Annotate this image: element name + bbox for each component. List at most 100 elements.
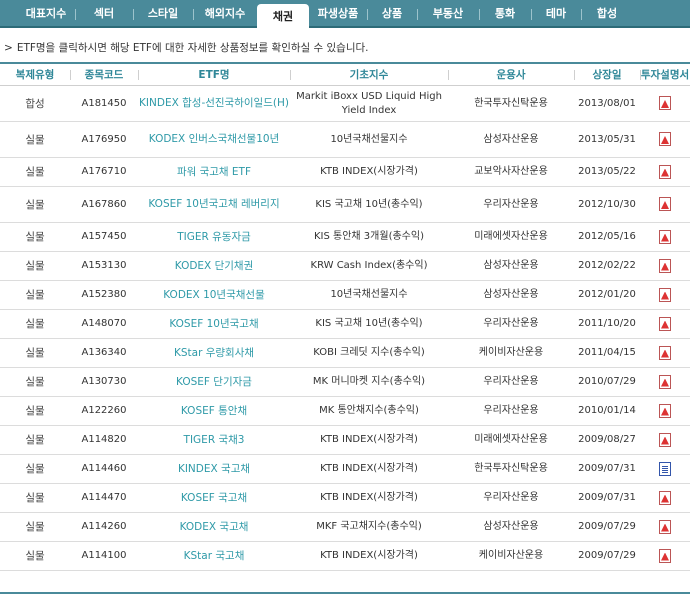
pdf-icon[interactable] [659,548,671,563]
table-row: 실물 A114820 TIGER 국채3 KTB INDEX(시장가격) 미래에셋자산운… [0,425,690,455]
index-cell: MKF 국고채지수(총수익) [290,512,448,542]
col-header-index[interactable]: 기초지수 [290,62,448,86]
tab-6[interactable]: 상품 [367,0,417,26]
prospectus-cell [640,309,690,339]
tab-5[interactable]: 파생상품 [309,0,367,26]
prospectus-cell [640,338,690,368]
etf-name-link[interactable]: KODEX 단기채권 [175,260,253,272]
table-bottom-border [0,592,690,594]
word-doc-icon[interactable] [659,461,671,476]
etf-name-link[interactable]: 파워 국고채 ETF [177,166,251,178]
index-cell: 10년국채선물지수 [290,121,448,158]
replication-type-cell: 실물 [0,483,70,513]
pdf-icon[interactable] [659,432,671,447]
pdf-icon[interactable] [659,197,671,211]
tab-10[interactable]: 합성 [581,0,633,26]
code-cell: A153130 [70,251,138,281]
code-cell: A152380 [70,280,138,310]
pdf-icon[interactable] [659,519,671,534]
etf-name-link[interactable]: TIGER 유동자금 [177,231,251,243]
etf-name-link[interactable]: KOSEF 10년국고채 [169,318,258,330]
pdf-icon[interactable] [659,164,671,179]
index-cell: KTB INDEX(시장가격) [290,454,448,484]
etf-name-link[interactable]: KOSEF 10년국고채 레버리지 [148,198,279,210]
manager-cell: 우리자산운용 [448,367,574,397]
code-cell: A136340 [70,338,138,368]
tab-7[interactable]: 부동산 [417,0,479,26]
replication-type-cell: 실물 [0,541,70,571]
index-cell: 10년국채선물지수 [290,280,448,310]
pdf-icon[interactable] [659,96,671,110]
index-cell: KRW Cash Index(총수익) [290,251,448,281]
manager-cell: 케이비자산운용 [448,338,574,368]
col-header-code[interactable]: 종목코드 [70,62,138,86]
etf-name-cell: KOSEF 단기자금 [138,367,290,397]
etf-name-link[interactable]: KODEX 인버스국채선물10년 [149,133,279,145]
tab-3[interactable]: 해외지수 [193,0,257,26]
tab-1[interactable]: 섹터 [75,0,133,26]
pdf-icon[interactable] [659,229,671,244]
pdf-icon[interactable] [659,374,671,389]
code-cell: A176710 [70,157,138,187]
listing-date-cell: 2012/05/16 [574,222,640,252]
prospectus-cell [640,280,690,310]
replication-type-cell: 합성 [0,85,70,122]
col-header-type[interactable]: 복제유형 [0,62,70,86]
col-header-prospectus[interactable]: 투자설명서 [640,62,690,86]
pdf-icon[interactable] [659,345,671,360]
tab-9[interactable]: 테마 [531,0,581,26]
listing-date-cell: 2012/10/30 [574,186,640,223]
category-tab-bar: 대표지수 섹터 스타일 해외지수 채권 파생상품 상품 부동산 통화 테마 합성 [0,0,690,28]
etf-name-link[interactable]: KODEX 국고채 [180,521,249,533]
tab-0[interactable]: 대표지수 [17,0,75,26]
pdf-icon[interactable] [659,403,671,418]
etf-name-link[interactable]: KODEX 10년국채선물 [163,289,265,301]
pdf-icon[interactable] [659,490,671,505]
manager-cell: 삼성자산운용 [448,280,574,310]
chevron-right-icon: > [4,42,13,54]
etf-name-cell: KOSEF 통안채 [138,396,290,426]
etf-name-cell: KODEX 10년국채선물 [138,280,290,310]
col-header-name[interactable]: ETF명 [138,62,290,86]
etf-name-link[interactable]: KStar 국고채 [184,550,245,562]
manager-cell: 삼성자산운용 [448,251,574,281]
pdf-icon[interactable] [659,316,671,331]
index-cell: Markit iBoxx USD Liquid High Yield Index [290,85,448,122]
col-header-date[interactable]: 상장일 [574,62,640,86]
etf-name-link[interactable]: KStar 우량회사채 [174,347,254,359]
tab-8[interactable]: 통화 [479,0,531,26]
etf-name-link[interactable]: TIGER 국채3 [184,434,245,446]
replication-type-cell: 실물 [0,251,70,281]
index-cell: KTB INDEX(시장가격) [290,541,448,571]
tab-2[interactable]: 스타일 [133,0,193,26]
code-cell: A122260 [70,396,138,426]
prospectus-cell [640,425,690,455]
code-cell: A148070 [70,309,138,339]
pdf-icon[interactable] [659,258,671,273]
manager-cell: 미래에셋자산운용 [448,222,574,252]
pdf-icon[interactable] [659,132,671,146]
listing-date-cell: 2013/05/22 [574,157,640,187]
etf-name-link[interactable]: KINDEX 국고채 [178,463,250,475]
tab-4[interactable]: 채권 [257,4,309,28]
etf-name-link[interactable]: KOSEF 통안채 [181,405,247,417]
etf-name-link[interactable]: KOSEF 단기자금 [176,376,252,388]
col-header-manager[interactable]: 운용사 [448,62,574,86]
table-header-row: 복제유형 종목코드 ETF명 기초지수 운용사 상장일 투자설명서 [0,62,690,86]
etf-name-link[interactable]: KOSEF 국고채 [181,492,247,504]
listing-date-cell: 2011/04/15 [574,338,640,368]
manager-cell: 미래에셋자산운용 [448,425,574,455]
pdf-icon[interactable] [659,287,671,302]
etf-name-cell: KODEX 인버스국채선물10년 [138,121,290,158]
etf-name-cell: 파워 국고채 ETF [138,157,290,187]
etf-name-cell: KINDEX 합성-선진국하이일드(H) [138,85,290,122]
manager-cell: 케이비자산운용 [448,541,574,571]
manager-cell: 우리자산운용 [448,396,574,426]
etf-name-link[interactable]: KINDEX 합성-선진국하이일드(H) [139,97,289,109]
etf-name-cell: KODEX 국고채 [138,512,290,542]
manager-cell: 교보악사자산운용 [448,157,574,187]
etf-name-cell: KOSEF 국고채 [138,483,290,513]
table-row: 실물 A167860 KOSEF 10년국고채 레버리지 KIS 국고채 10년(총수… [0,186,690,223]
table-row: 실물 A114100 KStar 국고채 KTB INDEX(시장가격) 케이비자산운용… [0,541,690,571]
index-cell: KIS 국고채 10년(총수익) [290,186,448,223]
